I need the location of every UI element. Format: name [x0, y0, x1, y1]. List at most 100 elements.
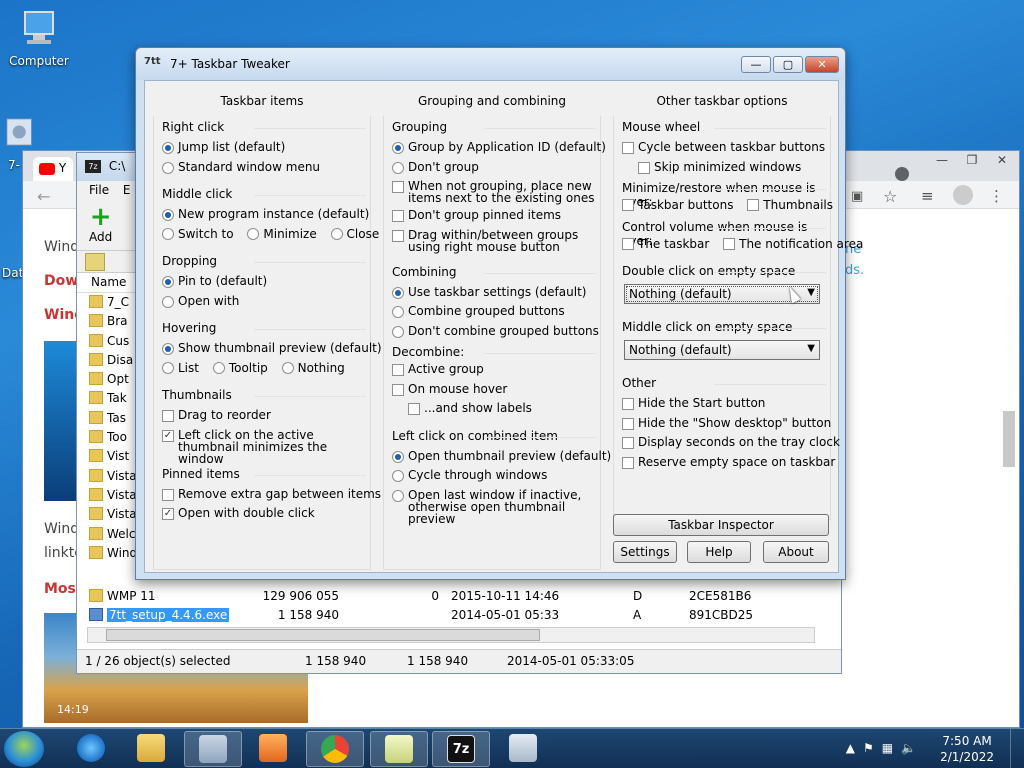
taskbar-notepad[interactable] — [370, 731, 428, 767]
middle-click-dropdown[interactable]: Nothing (default) ▼ — [624, 340, 820, 360]
radio-switch-to[interactable]: Switch to — [162, 225, 234, 244]
taskbar-media-player[interactable] — [244, 731, 302, 767]
minimize-button[interactable]: — — [741, 56, 771, 73]
close-button[interactable]: ✕ — [805, 56, 839, 73]
table-row[interactable]: WMP 11 129 906 055 0 2015-10-11 14:46 D … — [77, 587, 817, 606]
flag-icon[interactable]: ⚑ — [863, 741, 882, 755]
checkbox-remove-gap[interactable]: Remove extra gap between items — [154, 485, 381, 505]
radio-combine-grouped[interactable]: Combine grouped buttons — [384, 302, 600, 322]
radio-show-thumbnail[interactable]: Show thumbnail preview (default) — [154, 339, 382, 359]
checkbox-drag-reorder[interactable]: Drag to reorder — [154, 406, 370, 426]
menu-dots-icon[interactable]: ⋮ — [989, 187, 1004, 205]
radio-open-last-window[interactable]: Open last window if inactive, otherwise … — [384, 486, 600, 525]
add-button[interactable]: + Add — [89, 204, 112, 244]
radio-list[interactable]: List — [162, 359, 199, 378]
tray-clock[interactable]: 7:50 AM 2/1/2022 — [940, 733, 994, 765]
horizontal-scrollbar[interactable] — [87, 627, 815, 643]
checkbox-the-taskbar[interactable]: The taskbar — [622, 235, 709, 254]
bookmark-star-icon[interactable]: ☆ — [883, 187, 897, 206]
section-label: Combining — [384, 261, 600, 283]
radio-minimize[interactable]: Minimize — [247, 225, 317, 244]
folder-up-icon[interactable] — [85, 253, 105, 271]
status-size: 1 158 940 — [305, 654, 367, 668]
menu-file[interactable]: File — [89, 183, 109, 197]
taskbar-explorer[interactable] — [122, 731, 180, 767]
checkbox-notification-area[interactable]: The notification area — [723, 235, 863, 254]
add-label: Add — [89, 230, 113, 244]
show-desktop-button[interactable] — [1010, 729, 1024, 768]
checkbox-drag-within-groups[interactable]: Drag within/between groups using right m… — [384, 226, 600, 255]
checkbox-skip-minimized[interactable]: Skip minimized windows — [614, 158, 830, 178]
folder-icon — [89, 333, 103, 347]
tab-search-icon[interactable] — [895, 167, 909, 181]
radio-use-taskbar-settings[interactable]: Use taskbar settings (default) — [384, 283, 600, 303]
radio-pin-to[interactable]: Pin to (default) — [154, 272, 370, 292]
radio-standard-menu[interactable]: Standard window menu — [154, 158, 370, 178]
media-control-icon[interactable]: ≡ — [921, 187, 934, 205]
chrome-scrollbar[interactable] — [1003, 411, 1015, 467]
checkbox-hide-start[interactable]: Hide the Start button — [614, 394, 830, 414]
checkbox-cycle-buttons[interactable]: Cycle between taskbar buttons — [614, 138, 830, 158]
about-button[interactable]: About — [763, 541, 829, 563]
radio-dont-group[interactable]: Don't group — [384, 158, 600, 178]
taskbar-inspector-button[interactable]: Taskbar Inspector — [613, 514, 829, 536]
taskbar-ie[interactable] — [62, 731, 120, 767]
radio-open-thumbnail-preview[interactable]: Open thumbnail preview (default) — [384, 447, 611, 467]
group-box: Right click Jump list (default) Standard… — [153, 116, 382, 570]
translate-icon[interactable]: ▣ — [851, 189, 863, 204]
checkbox-left-click-minimizes[interactable]: ✓ Left click on the active thumbnail mini… — [154, 426, 370, 465]
checkbox-taskbar-buttons[interactable]: Taskbar buttons — [622, 196, 733, 215]
checkbox-active-group[interactable]: Active group — [384, 360, 600, 380]
radio-close[interactable]: Close — [330, 225, 379, 244]
radio-nothing[interactable]: Nothing — [281, 359, 345, 378]
checkbox-dont-group-pinned[interactable]: Don't group pinned items — [384, 206, 600, 226]
section-label: Left click on combined item — [384, 425, 600, 447]
menu-edit[interactable]: E — [123, 183, 131, 197]
chrome-minimize-button[interactable]: — — [927, 151, 957, 169]
scroll-thumb[interactable] — [106, 629, 540, 641]
help-button[interactable]: Help — [687, 541, 751, 563]
radio-new-instance[interactable]: New program instance (default) — [154, 205, 370, 225]
radio-open-with[interactable]: Open with — [154, 292, 370, 312]
profile-icon[interactable] — [953, 185, 973, 205]
settings-button[interactable]: Settings — [613, 541, 677, 563]
radio-tooltip[interactable]: Tooltip — [212, 359, 268, 378]
desktop-icon-computer[interactable]: Computer — [4, 8, 74, 68]
chrome-maximize-button[interactable]: ❐ — [957, 151, 987, 169]
chrome-close-button[interactable]: ✕ — [987, 151, 1017, 169]
maximize-button[interactable]: ▢ — [773, 56, 803, 73]
taskbar-calculator[interactable] — [494, 731, 552, 767]
taskbar-chrome[interactable] — [306, 731, 364, 767]
taskbar-7zip[interactable]: 7z — [432, 731, 490, 767]
chrome-tab[interactable]: Y — [33, 157, 73, 181]
checkbox-open-double-click[interactable]: ✓ Open with double click — [154, 504, 370, 524]
file-name: Tas — [107, 410, 126, 425]
network-icon[interactable]: ▦ — [882, 741, 901, 755]
checkbox-on-mouse-hover[interactable]: On mouse hover — [384, 380, 600, 400]
back-arrow-icon[interactable]: ← — [37, 187, 50, 206]
checkbox-reserve-space[interactable]: Reserve empty space on taskbar — [614, 453, 835, 473]
desktop-icon-partial[interactable]: Dat — [2, 266, 24, 280]
checkbox-place-new-items[interactable]: When not grouping, place new items next … — [384, 177, 600, 206]
table-row-selected[interactable]: 7tt_setup_4.4.6.exe 1 158 940 2014-05-01… — [77, 606, 817, 625]
tweaker-window[interactable]: 7tt 7+ Taskbar Tweaker — ▢ ✕ Taskbar ite… — [135, 47, 863, 580]
file-name: Cus — [107, 333, 130, 348]
folder-icon — [89, 295, 103, 308]
show-hidden-icons-icon[interactable]: ▲ — [846, 741, 863, 755]
file-name: Bra — [107, 314, 128, 329]
column-grouping: Grouping and combining Grouping Group by… — [383, 94, 611, 570]
7zip-statusbar: 1 / 26 object(s) selected 1 158 940 1 15… — [77, 649, 841, 673]
chrome-left-text: Dow — [44, 273, 79, 289]
radio-group-by-appid[interactable]: Group by Application ID (default) — [384, 138, 606, 158]
taskbar-tweaker[interactable] — [184, 731, 242, 767]
volume-icon[interactable]: 🔈 — [901, 741, 924, 755]
checkbox-display-seconds[interactable]: Display seconds on the tray clock — [614, 433, 840, 453]
checkbox-hide-show-desktop[interactable]: Hide the "Show desktop" button — [614, 414, 831, 434]
radio-dont-combine[interactable]: Don't combine grouped buttons — [384, 322, 600, 342]
radio-jump-list[interactable]: Jump list (default) — [154, 138, 370, 158]
checkbox-show-labels[interactable]: ...and show labels — [384, 399, 600, 419]
start-button[interactable] — [4, 731, 44, 767]
chrome-thumbnail-time: 14:19 — [57, 703, 89, 716]
checkbox-thumbnails[interactable]: Thumbnails — [747, 196, 833, 215]
radio-cycle-windows[interactable]: Cycle through windows — [384, 466, 600, 486]
